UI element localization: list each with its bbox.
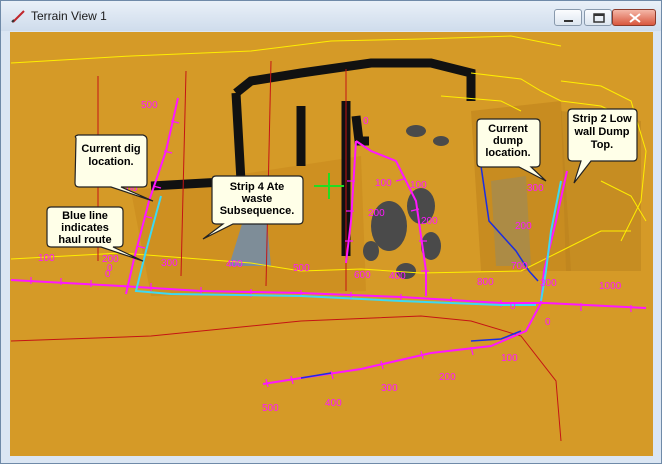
- label-800: 800: [477, 277, 494, 288]
- callout-strip2-line1: Strip 2 Low: [572, 113, 632, 125]
- label-500: 500: [141, 100, 158, 111]
- close-button[interactable]: [612, 9, 656, 26]
- label-0e: 0: [107, 263, 113, 274]
- minimize-button[interactable]: [554, 9, 582, 26]
- close-icon: [629, 13, 641, 23]
- maximize-icon: [593, 13, 605, 23]
- callout-dump-line1: Current: [488, 123, 528, 135]
- label-200d: 200: [515, 221, 532, 232]
- label-100b: 100: [375, 178, 392, 189]
- label-400c: 400: [325, 398, 342, 409]
- label-100d: 100: [501, 353, 518, 364]
- maximize-button[interactable]: [584, 9, 612, 26]
- terrain-map[interactable]: 500 100 200 0 300 400 500 600 0 100 100 …: [10, 32, 653, 456]
- title-bar[interactable]: Terrain View 1: [1, 1, 661, 31]
- callout-haul-line3: haul route: [58, 234, 111, 246]
- label-500c: 500: [262, 403, 279, 414]
- label-0c: 0: [510, 301, 516, 312]
- label-100c: 100: [410, 180, 427, 191]
- label-300c: 300: [540, 278, 557, 289]
- label-300d: 300: [381, 383, 398, 394]
- callout-dig-line2: location.: [88, 156, 133, 168]
- label-200b: 200: [368, 208, 385, 219]
- label-300: 300: [161, 258, 178, 269]
- label-1000: 1000: [599, 281, 622, 292]
- label-600: 600: [354, 270, 371, 281]
- callout-strip4-line1: Strip 4 Ate: [230, 181, 285, 193]
- label-500b: 500: [293, 263, 310, 274]
- terrain-view-window: Terrain View 1 500 100 200 0 300 400 500…: [0, 0, 662, 464]
- label-300b: 300: [527, 183, 544, 194]
- label-0b: 0: [363, 116, 369, 127]
- label-400b: 400: [389, 271, 406, 282]
- callout-dig-line1: Current dig: [81, 143, 140, 155]
- callout-dump-line2: dump: [493, 135, 523, 147]
- window-title: Terrain View 1: [31, 9, 107, 23]
- label-200e: 200: [439, 372, 456, 383]
- label-400: 400: [226, 259, 243, 270]
- callout-strip2-line3: Top.: [591, 139, 613, 151]
- label-100: 100: [38, 253, 55, 264]
- callout-strip2-line2: wall Dump: [573, 126, 629, 138]
- callout-dump-line3: location.: [485, 147, 530, 159]
- callout-strip4-line2: waste: [241, 193, 273, 205]
- minimize-icon: [564, 20, 573, 22]
- callout-haul-line1: Blue line: [62, 210, 108, 222]
- callout-haul-line2: indicates: [61, 222, 109, 234]
- label-700: 700: [511, 261, 528, 272]
- terrain-viewport[interactable]: 500 100 200 0 300 400 500 600 0 100 100 …: [10, 32, 653, 456]
- pencil-icon: [11, 10, 25, 23]
- label-200c: 200: [421, 216, 438, 227]
- label-0d: 0: [545, 317, 551, 328]
- callout-strip4-line3: Subsequence.: [220, 205, 295, 217]
